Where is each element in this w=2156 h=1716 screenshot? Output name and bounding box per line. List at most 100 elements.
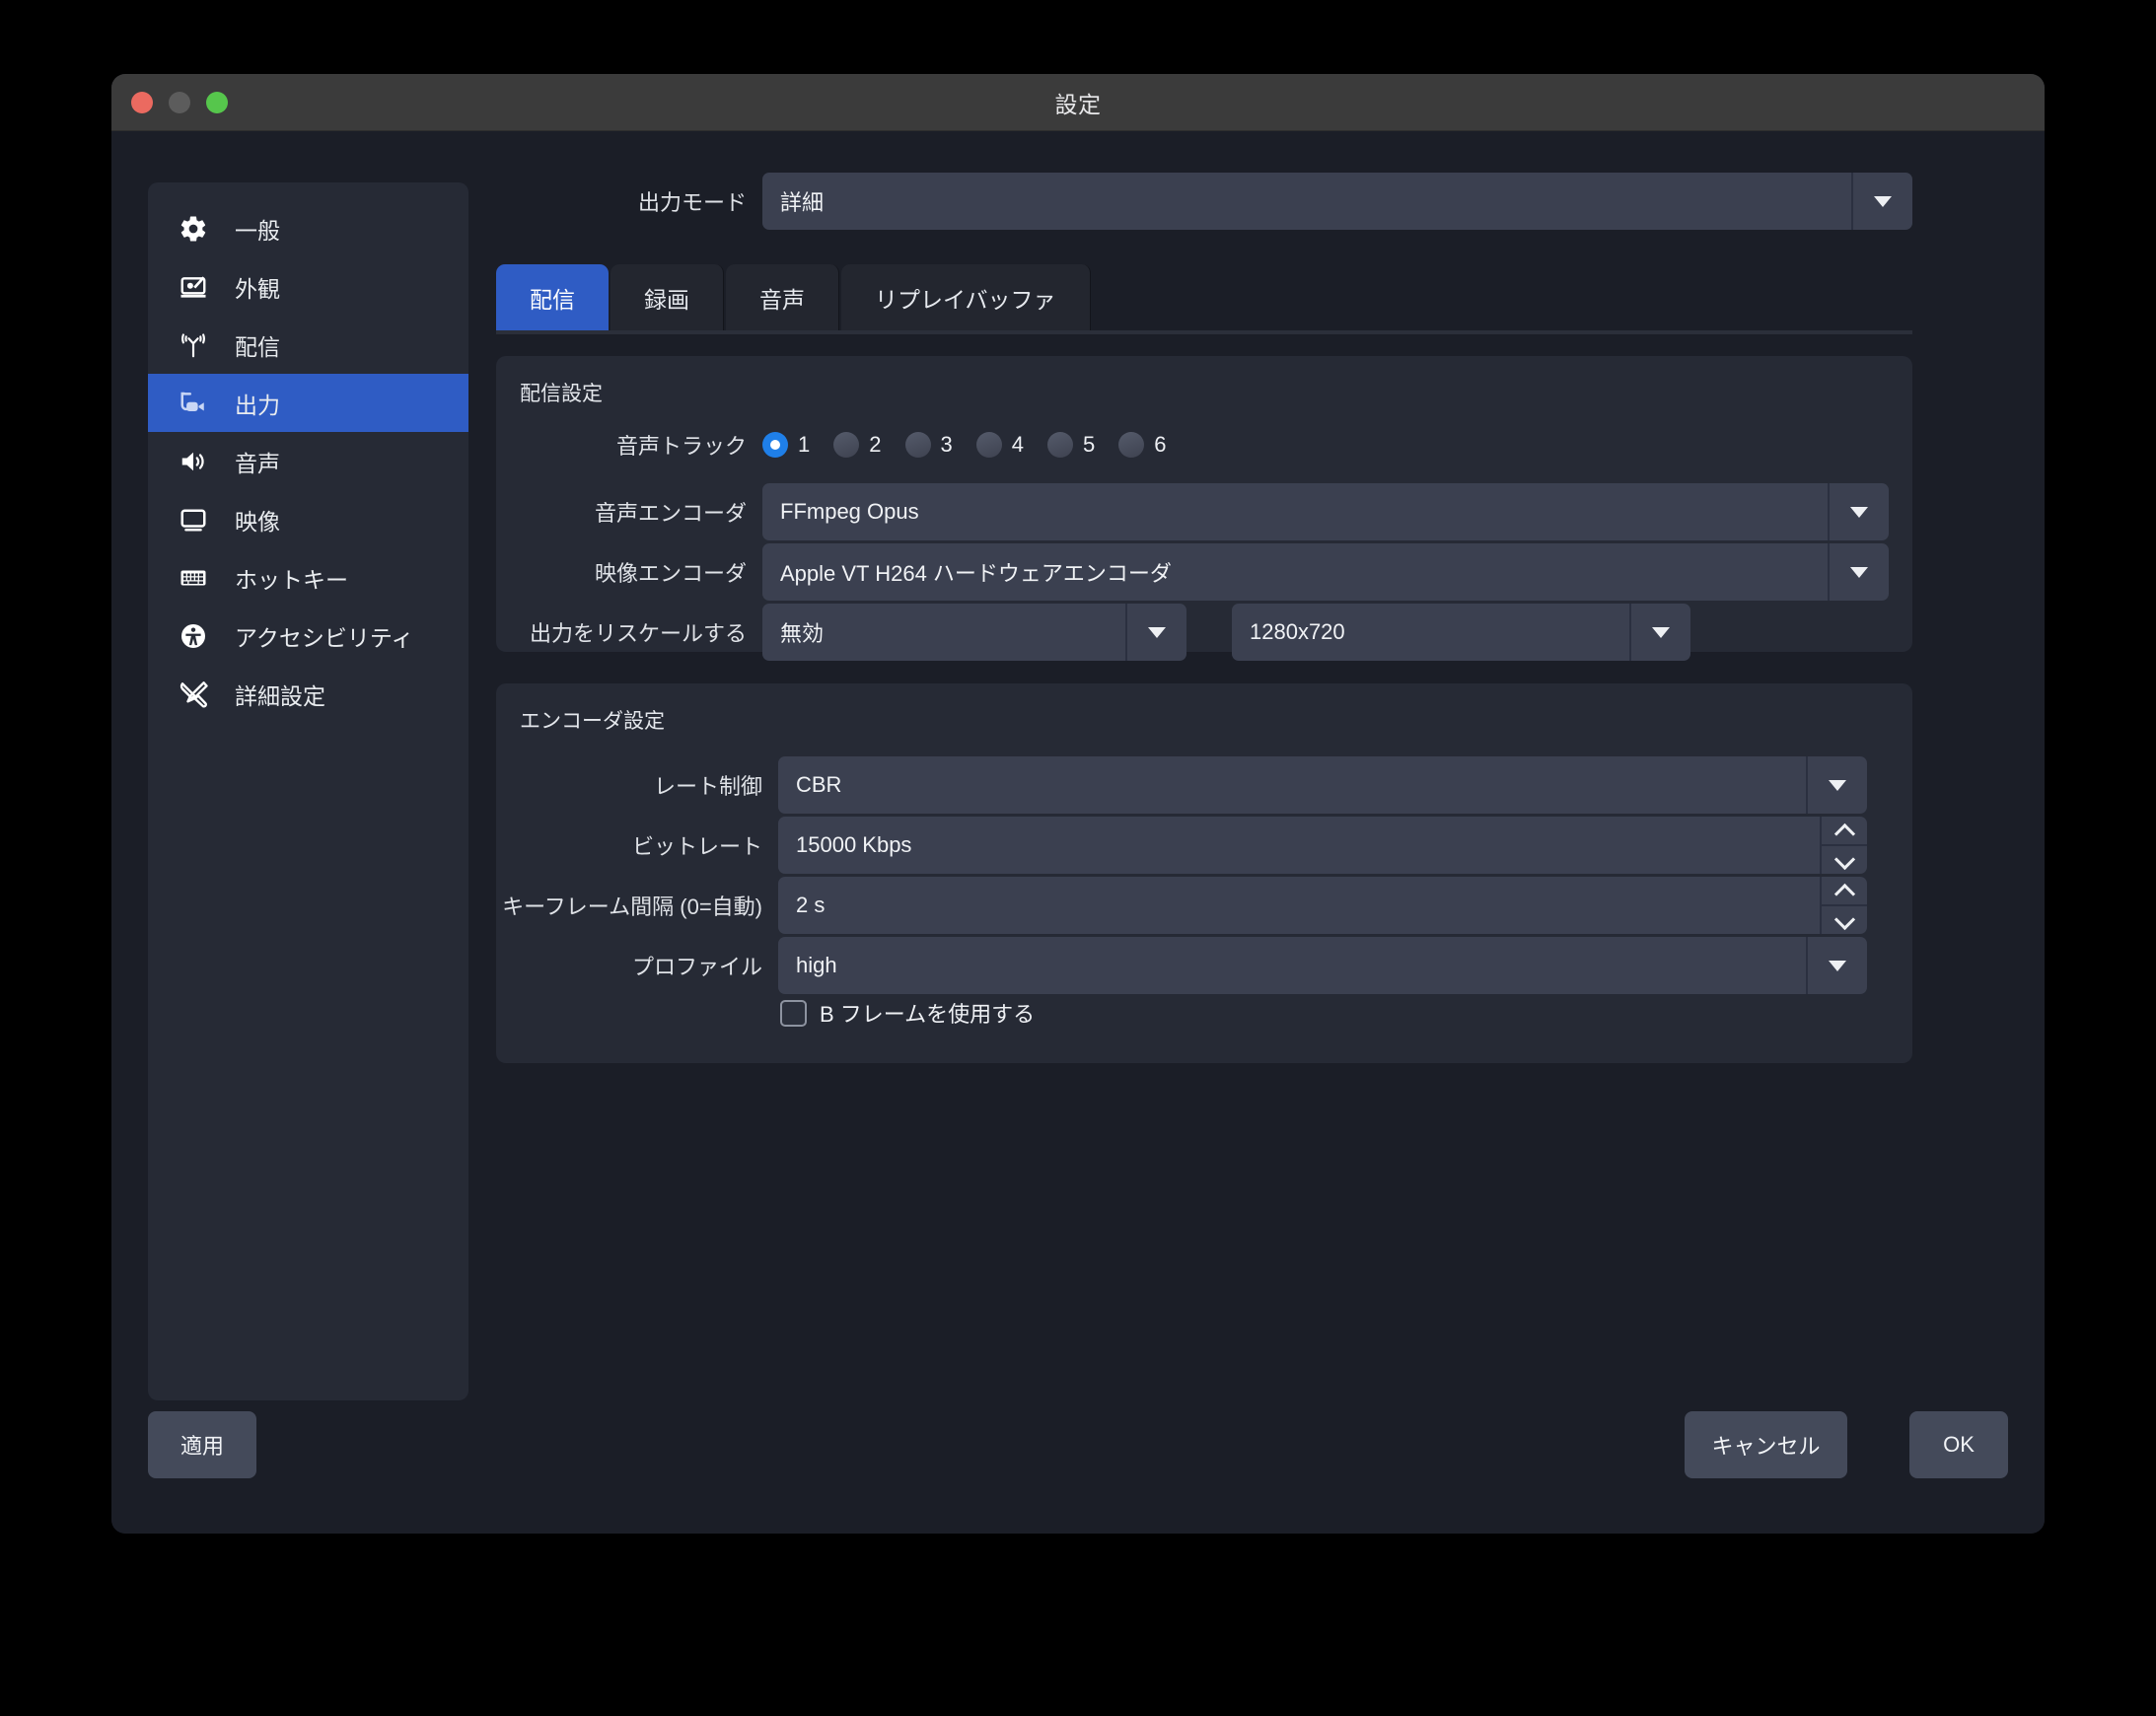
radio-label: 4 bbox=[1011, 432, 1024, 457]
chevron-up-icon bbox=[1835, 825, 1853, 835]
chevron-down-icon bbox=[1828, 483, 1889, 540]
sidebar-item-label: 映像 bbox=[235, 508, 280, 535]
chevron-down-icon bbox=[1806, 756, 1867, 814]
audio-track-radio-3[interactable]: 3 bbox=[904, 432, 953, 458]
sidebar-item-label: 詳細設定 bbox=[235, 682, 325, 709]
keyboard-icon bbox=[178, 562, 209, 594]
sidebar-item-advanced[interactable]: 詳細設定 bbox=[148, 665, 468, 723]
rate-control-row: レート制御 CBR bbox=[496, 756, 1867, 814]
window-body: 一般 外観 配信 出力 音声 映像 ホットキー アクセシビリティ 詳細設定 出力… bbox=[111, 131, 2045, 1534]
window-title: 設定 bbox=[1054, 91, 1102, 117]
tab-label: 録画 bbox=[644, 287, 689, 313]
sidebar-item-accessibility[interactable]: アクセシビリティ bbox=[148, 607, 468, 665]
rescale-mode-value: 無効 bbox=[780, 621, 825, 646]
sidebar-item-stream[interactable]: 配信 bbox=[148, 316, 468, 374]
bitrate-increment-button[interactable] bbox=[1822, 817, 1867, 846]
sidebar-item-video[interactable]: 映像 bbox=[148, 490, 468, 548]
rate-control-select[interactable]: CBR bbox=[778, 756, 1867, 814]
video-encoder-value: Apple VT H264 ハードウェアエンコーダ bbox=[780, 561, 1172, 586]
audio-encoder-row: 音声エンコーダ FFmpeg Opus bbox=[496, 483, 1889, 540]
speaker-icon bbox=[178, 446, 209, 477]
rescale-output-row: 出力をリスケールする 無効 1280x720 bbox=[496, 604, 1889, 661]
bitrate-decrement-button[interactable] bbox=[1822, 846, 1867, 874]
broadcast-icon bbox=[178, 329, 209, 361]
b-frames-checkbox-row[interactable]: B フレームを使用する bbox=[780, 997, 1035, 1029]
audio-track-radio-5[interactable]: 5 bbox=[1047, 432, 1095, 458]
profile-select[interactable]: high bbox=[778, 937, 1867, 994]
radio-indicator bbox=[975, 432, 1002, 458]
chevron-down-icon bbox=[1629, 604, 1690, 661]
keyframe-increment-button[interactable] bbox=[1822, 877, 1867, 906]
keyframe-interval-stepper[interactable]: 2 s bbox=[778, 877, 1867, 934]
window-titlebar: 設定 bbox=[111, 74, 2045, 131]
accessibility-icon bbox=[178, 620, 209, 652]
output-mode-select[interactable]: 詳細 bbox=[762, 173, 1912, 230]
sidebar-item-label: ホットキー bbox=[235, 566, 348, 593]
output-tabs: 配信 録画 音声 リプレイバッファ bbox=[496, 254, 1912, 331]
audio-track-label: 音声トラック bbox=[615, 434, 747, 459]
chevron-down-icon bbox=[1828, 543, 1889, 601]
profile-value: high bbox=[796, 953, 837, 977]
video-encoder-row: 映像エンコーダ Apple VT H264 ハードウェアエンコーダ bbox=[496, 543, 1889, 601]
chevron-down-icon bbox=[1806, 937, 1867, 994]
radio-label: 6 bbox=[1154, 432, 1167, 457]
encoder-settings-group: エンコーダ設定 レート制御 CBR ビットレート 15000 Kbps キーフレ… bbox=[496, 683, 1912, 1063]
keyframe-stepper-buttons bbox=[1820, 877, 1867, 934]
rescale-resolution-select[interactable]: 1280x720 bbox=[1232, 604, 1690, 661]
radio-indicator bbox=[1118, 432, 1145, 458]
audio-track-radio-6[interactable]: 6 bbox=[1118, 432, 1167, 458]
sidebar-item-output[interactable]: 出力 bbox=[148, 374, 468, 432]
radio-indicator bbox=[1047, 432, 1073, 458]
profile-row: プロファイル high bbox=[496, 937, 1867, 994]
keyframe-interval-row: キーフレーム間隔 (0=自動) 2 s bbox=[496, 877, 1867, 934]
audio-encoder-select[interactable]: FFmpeg Opus bbox=[762, 483, 1889, 540]
cancel-button[interactable]: キャンセル bbox=[1685, 1411, 1847, 1478]
b-frames-checkbox[interactable] bbox=[780, 999, 807, 1027]
keyframe-decrement-button[interactable] bbox=[1822, 906, 1867, 934]
audio-track-radio-1[interactable]: 1 bbox=[762, 432, 810, 458]
keyframe-interval-value: 2 s bbox=[796, 893, 826, 917]
radio-label: 5 bbox=[1083, 432, 1096, 457]
audio-track-row: 音声トラック 1 2 3 4 5 6 bbox=[496, 429, 1889, 461]
chevron-down-icon bbox=[1835, 915, 1853, 925]
chevron-up-icon bbox=[1835, 886, 1853, 895]
bitrate-value: 15000 Kbps bbox=[796, 832, 912, 857]
output-camera-icon bbox=[178, 388, 209, 419]
tab-label: 音声 bbox=[759, 287, 805, 313]
bitrate-stepper-buttons bbox=[1820, 817, 1867, 874]
rescale-output-label: 出力をリスケールする bbox=[529, 621, 747, 646]
tab-replay-buffer[interactable]: リプレイバッファ bbox=[841, 264, 1091, 331]
bitrate-label: ビットレート bbox=[631, 834, 762, 859]
sidebar-item-general[interactable]: 一般 bbox=[148, 199, 468, 257]
sidebar-item-label: 一般 bbox=[235, 217, 280, 244]
tab-label: 配信 bbox=[530, 287, 575, 313]
bitrate-stepper[interactable]: 15000 Kbps bbox=[778, 817, 1867, 874]
bitrate-row: ビットレート 15000 Kbps bbox=[496, 817, 1867, 874]
apply-button[interactable]: 適用 bbox=[148, 1411, 256, 1478]
sidebar-item-appearance[interactable]: 外観 bbox=[148, 257, 468, 316]
b-frames-label: B フレームを使用する bbox=[820, 1002, 1036, 1027]
sidebar-item-hotkeys[interactable]: ホットキー bbox=[148, 548, 468, 607]
ok-button[interactable]: OK bbox=[1909, 1411, 2008, 1478]
tab-recording[interactable]: 録画 bbox=[611, 264, 724, 331]
tab-audio[interactable]: 音声 bbox=[726, 264, 839, 331]
radio-indicator bbox=[762, 432, 788, 458]
output-mode-label: 出力モード bbox=[637, 190, 747, 215]
sidebar-item-label: 外観 bbox=[235, 275, 280, 302]
audio-track-radio-2[interactable]: 2 bbox=[833, 432, 882, 458]
rescale-mode-select[interactable]: 無効 bbox=[762, 604, 1186, 661]
chevron-down-icon bbox=[1851, 173, 1912, 230]
radio-indicator bbox=[833, 432, 860, 458]
radio-label: 3 bbox=[940, 432, 953, 457]
audio-track-radio-4[interactable]: 4 bbox=[975, 432, 1024, 458]
video-encoder-label: 映像エンコーダ bbox=[594, 561, 747, 586]
radio-indicator bbox=[904, 432, 931, 458]
video-encoder-select[interactable]: Apple VT H264 ハードウェアエンコーダ bbox=[762, 543, 1889, 601]
settings-sidebar: 一般 外観 配信 出力 音声 映像 ホットキー アクセシビリティ 詳細設定 bbox=[148, 182, 468, 1400]
sidebar-item-audio[interactable]: 音声 bbox=[148, 432, 468, 490]
tab-streaming[interactable]: 配信 bbox=[496, 264, 609, 331]
tools-icon bbox=[178, 679, 209, 710]
rate-control-label: レート制御 bbox=[653, 774, 762, 799]
sidebar-item-label: 音声 bbox=[235, 450, 280, 476]
streaming-settings-title: 配信設定 bbox=[520, 383, 603, 405]
